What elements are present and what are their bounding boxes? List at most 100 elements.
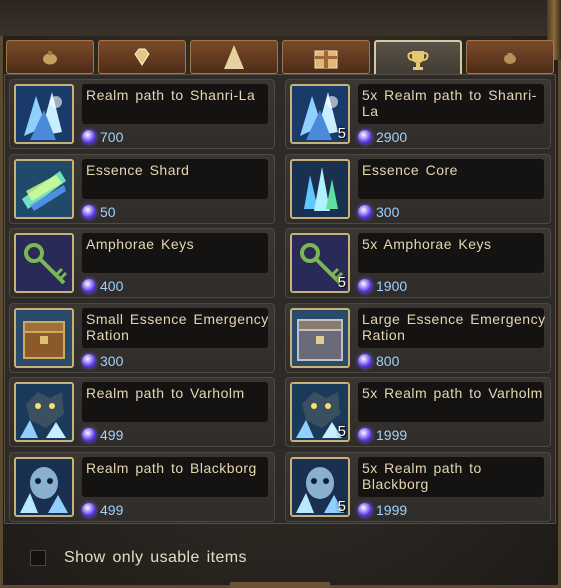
item-quantity: 5: [337, 423, 346, 440]
shop-item[interactable]: Realm path to Blackborg 499: [9, 451, 275, 522]
item-thumbnail[interactable]: [14, 307, 74, 368]
currency-gem-icon: [82, 428, 96, 442]
item-price: 1999: [358, 426, 407, 444]
item-price-value: 1999: [376, 501, 408, 518]
shop-item[interactable]: Essence Shard 50: [9, 153, 275, 224]
item-price: 50: [82, 203, 116, 221]
item-price-value: 800: [376, 352, 400, 369]
item-thumbnail[interactable]: 5: [290, 84, 350, 144]
ghost-crystal-icon: [16, 458, 72, 515]
item-name: 5x Amphorae Keys: [362, 236, 492, 252]
currency-gem-icon: [82, 279, 96, 293]
item-quantity: 5: [337, 497, 346, 515]
currency-gem-icon: [358, 353, 372, 368]
trophy-icon: [407, 51, 429, 70]
large-chest-icon: [292, 309, 348, 366]
category-tabs: [6, 40, 554, 78]
item-name: Realm path to Shanri-La: [86, 87, 256, 103]
shop-item[interactable]: 5 5x Realm path to Varholm 1999: [285, 377, 551, 447]
shop-item[interactable]: Large Essence Emergency Ration 800: [285, 302, 551, 373]
tab-pyramid[interactable]: [190, 40, 278, 74]
tab-gems[interactable]: [98, 40, 186, 74]
item-thumbnail[interactable]: [14, 158, 74, 219]
currency-gem-icon: [358, 502, 372, 517]
tab-money[interactable]: [466, 40, 554, 74]
item-price: 300: [82, 352, 123, 370]
currency-gem-icon: [358, 204, 372, 219]
item-price: 300: [358, 203, 399, 221]
item-thumbnail[interactable]: [14, 382, 74, 442]
currency-gem-icon: [358, 428, 372, 442]
shop-item[interactable]: Amphorae Keys 400: [9, 228, 275, 298]
shop-item[interactable]: 5 5x Realm path to Shanri-La 2900: [285, 79, 551, 149]
ice-crystal-icon: [16, 86, 72, 142]
shop-item[interactable]: 5 5x Amphorae Keys 1900: [285, 228, 551, 298]
chest-icon: [16, 309, 72, 366]
item-thumbnail[interactable]: 5: [290, 382, 350, 442]
item-price: 400: [82, 277, 123, 295]
item-price: 800: [358, 352, 399, 370]
footer: Show only usable items: [0, 530, 561, 588]
item-price-value: 2900: [376, 129, 408, 145]
item-name: Large Essence Emergency Ration: [362, 310, 546, 343]
item-price: 499: [82, 501, 123, 519]
item-price-value: 400: [100, 278, 124, 294]
item-name: Realm path to Varholm: [86, 385, 245, 401]
window-top-bar: [0, 0, 561, 36]
currency-gem-icon: [82, 204, 96, 219]
item-price: 1999: [358, 501, 407, 519]
item-thumbnail[interactable]: [14, 233, 74, 293]
item-name: Small Essence Emergency Ration: [86, 310, 269, 343]
essence-shard-icon: [16, 160, 72, 217]
item-thumbnail[interactable]: [290, 158, 350, 219]
item-price-value: 50: [100, 203, 116, 220]
diamond-icon: [134, 48, 150, 66]
item-name: Essence Shard: [86, 161, 190, 178]
tab-pouch[interactable]: [6, 40, 94, 74]
currency-gem-icon: [358, 130, 372, 144]
item-thumbnail[interactable]: [14, 84, 74, 144]
pyramid-icon: [224, 45, 244, 69]
item-price: 499: [82, 426, 123, 444]
item-price-value: 1999: [376, 427, 408, 443]
currency-gem-icon: [82, 353, 96, 368]
item-thumbnail[interactable]: 5: [290, 233, 350, 293]
gift-box-icon: [314, 50, 338, 69]
money-bag-icon: [504, 53, 516, 64]
item-price: 1900: [358, 277, 407, 295]
tab-trophy[interactable]: [374, 40, 462, 78]
item-thumbnail[interactable]: 5: [290, 456, 350, 517]
item-price: 700: [82, 128, 123, 146]
shop-item[interactable]: Small Essence Emergency Ration 300: [9, 302, 275, 373]
usable-items-checkbox[interactable]: [30, 550, 46, 566]
pouch-icon: [43, 51, 57, 65]
key-icon: [16, 235, 72, 291]
item-price: 2900: [358, 128, 407, 146]
item-list: Realm path to Shanri-La 700 5 5x Realm p…: [4, 74, 556, 524]
currency-gem-icon: [82, 502, 96, 517]
item-name: 5x Realm path to Blackborg: [362, 459, 482, 492]
item-name: Amphorae Keys: [86, 236, 195, 252]
item-thumbnail[interactable]: [14, 456, 74, 517]
usable-items-label[interactable]: Show only usable items: [64, 549, 247, 567]
item-price-value: 499: [100, 501, 124, 518]
item-price-value: 300: [100, 352, 124, 369]
item-price-value: 499: [100, 427, 124, 443]
currency-gem-icon: [82, 130, 96, 144]
item-name: Realm path to Blackborg: [86, 459, 257, 476]
frame-ornament: [230, 582, 330, 588]
shop-item[interactable]: Essence Core 300: [285, 153, 551, 224]
tab-gifts[interactable]: [282, 40, 370, 74]
wolf-crystal-icon: [16, 384, 72, 440]
item-thumbnail[interactable]: [290, 307, 350, 368]
item-name: Essence Core: [362, 161, 458, 178]
item-name: 5x Realm path to Varholm: [362, 385, 543, 401]
item-price-value: 1900: [376, 278, 408, 294]
shop-item[interactable]: Realm path to Varholm 499: [9, 377, 275, 447]
shop-item[interactable]: Realm path to Shanri-La 700: [9, 79, 275, 149]
currency-gem-icon: [358, 279, 372, 293]
item-quantity: 5: [337, 274, 346, 291]
shop-item[interactable]: 5 5x Realm path to Blackborg 1999: [285, 451, 551, 522]
item-price-value: 700: [100, 129, 124, 145]
item-name: 5x Realm path to Shanri-La: [362, 87, 537, 119]
